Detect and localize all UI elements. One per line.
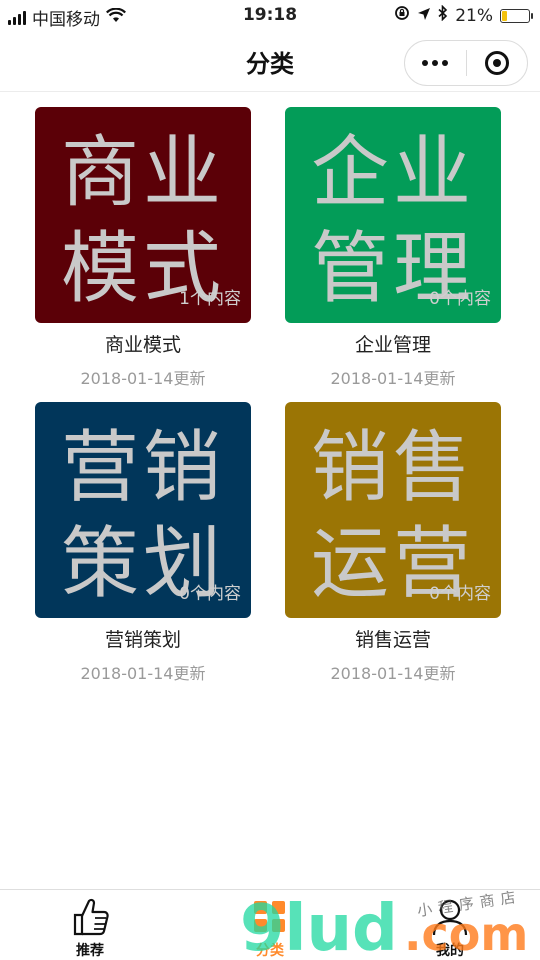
status-right: 21% [394, 4, 533, 26]
category-card-enterprise-management[interactable]: 企业 管理 0个内容 企业管理 2018-01-14更新 [285, 107, 501, 389]
category-tile[interactable]: 商业 模式 1个内容 [35, 107, 251, 323]
tab-label: 分类 [256, 943, 284, 959]
status-bar: 中国移动 19:18 21% [0, 0, 540, 30]
category-grid-icon [220, 896, 320, 938]
more-button[interactable] [405, 41, 466, 85]
category-date: 2018-01-14更新 [330, 369, 456, 388]
category-tile[interactable]: 营销 策划 0个内容 [35, 402, 251, 618]
category-tile[interactable]: 企业 管理 0个内容 [285, 107, 501, 323]
more-dots-icon [422, 60, 449, 66]
category-count: 0个内容 [179, 584, 241, 604]
orientation-lock-icon [394, 5, 410, 26]
battery-percent: 21% [455, 5, 493, 26]
battery-icon [500, 8, 533, 23]
category-name: 销售运营 [354, 629, 431, 651]
category-tile[interactable]: 销售 运营 0个内容 [285, 402, 501, 618]
bluetooth-icon [438, 4, 448, 26]
category-name: 商业模式 [104, 334, 181, 356]
user-icon [400, 896, 500, 938]
category-date: 2018-01-14更新 [330, 664, 456, 683]
location-arrow-icon [417, 6, 431, 26]
category-date: 2018-01-14更新 [80, 664, 206, 683]
target-circle-icon [484, 51, 509, 75]
tab-label: 我的 [436, 943, 464, 959]
miniprogram-capsule [404, 40, 528, 86]
close-button[interactable] [467, 41, 528, 85]
thumbs-up-icon [40, 896, 140, 938]
category-card-sales-operations[interactable]: 销售 运营 0个内容 销售运营 2018-01-14更新 [285, 402, 501, 684]
navigation-bar: 分类 [0, 30, 540, 92]
category-date: 2018-01-14更新 [80, 369, 206, 388]
tab-recommend[interactable]: 推荐 [40, 896, 140, 960]
category-name: 营销策划 [104, 629, 181, 651]
category-card-marketing-planning[interactable]: 营销 策划 0个内容 营销策划 2018-01-14更新 [35, 402, 251, 684]
tab-label: 推荐 [76, 943, 104, 959]
tab-bar: 推荐 分类 我的 [0, 889, 540, 960]
category-name: 企业管理 [354, 334, 431, 356]
category-count: 1个内容 [179, 289, 241, 309]
tab-category[interactable]: 分类 [220, 896, 320, 960]
category-count: 0个内容 [429, 584, 491, 604]
category-count: 0个内容 [429, 289, 491, 309]
category-card-business-model[interactable]: 商业 模式 1个内容 商业模式 2018-01-14更新 [35, 107, 251, 389]
tab-mine[interactable]: 我的 [400, 896, 500, 960]
